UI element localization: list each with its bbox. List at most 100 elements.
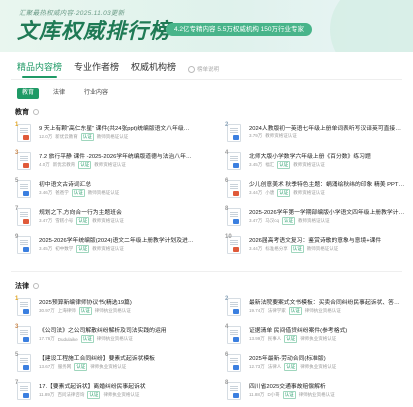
document-title[interactable]: 《公司法》之公司解散纠纷解析及司法实践的运用	[39, 325, 207, 334]
verified-badge: 认证	[282, 391, 296, 399]
verified-badge: 认证	[87, 391, 101, 399]
list-item[interactable]: 7 17.【要素式起诉状】离婚纠纷民事起诉状 11.89万 百问法律咨询 认证 律师执业资…	[12, 380, 207, 406]
author-name[interactable]: 民事人	[268, 336, 282, 342]
document-title[interactable]: 规划之下,方向合一行为主题班会	[39, 207, 207, 216]
document-title[interactable]: 【建设工程施工合同纠纷】要素式起诉状模板	[39, 353, 207, 362]
section-law-label: 法律	[15, 283, 29, 290]
list-item[interactable]: 6 少儿创意美术 秋季特色主题：蜗涌绘秋纬的印象 精美 PPT课… 3.44万 小唐认…	[222, 178, 405, 204]
verified-badge: 认证	[282, 217, 296, 225]
document-title[interactable]: 四川省2025交通事故赔偿解析	[249, 381, 405, 390]
page-title: 文库权威排行榜	[17, 20, 171, 43]
list-item[interactable]: 5 【建设工程施工合同纠纷】要素式起诉状模板 13.67万 服务网 认证 律师执业资格认证	[12, 352, 207, 378]
tab-professional-authors[interactable]: 专业作者榜	[74, 60, 119, 78]
list-item[interactable]: 8 2025-2026学年第一学期部编版小学语文四年级上册教学计… 3.47万 马汉c…	[222, 206, 405, 232]
author-name[interactable]: 爸爸学	[55, 190, 69, 196]
document-title[interactable]: 2025-2026学年第一学期部编版小学语文四年级上册教学计…	[249, 207, 405, 216]
list-item[interactable]: 3 《公司法》之公司解散纠纷解析及司法实践的运用 17.76万 Dudulaike 认证…	[12, 324, 207, 350]
verified-badge: 认证	[277, 189, 291, 197]
author-name[interactable]: 标准格分享	[265, 246, 288, 252]
author-name[interactable]: D小哥	[267, 392, 279, 398]
document-meta: 12.73万 法律人 认证 律师执业资格认证	[249, 363, 405, 371]
list-item[interactable]: 9 2025-2026学年统编版(2024)语文二年级上册教学计划及进… 3.45万…	[12, 234, 207, 260]
author-name[interactable]: Dudulaike	[58, 337, 78, 342]
list-item[interactable]: 3 7.2 旅行平静 课件 -2025-2026学年统编版道德与法治八年… 4.0万…	[12, 150, 207, 176]
tab-authority-institutions[interactable]: 权威机构榜	[131, 60, 176, 78]
certification-label: 教师资格证认证	[94, 162, 126, 167]
list-item[interactable]: 6 2025年最新-劳动合同(标准版) 12.73万 法律人 认证 律师执业资格认证	[222, 352, 405, 378]
author-name[interactable]: 服务网	[58, 364, 72, 370]
rank-number: 3	[15, 150, 19, 156]
author-name[interactable]: 百问法律咨询	[57, 392, 84, 398]
document-meta: 13.99万 民事人 认证 律师执业资格认证	[249, 335, 405, 343]
read-count: 3.44万	[249, 190, 263, 195]
list-item[interactable]: 2 最新法院要案式文书模板：买卖合同纠纷民事起诉状、答辩… 19.74万 法律学家 认证…	[222, 296, 405, 322]
verified-badge: 认证	[288, 307, 302, 315]
list-item[interactable]: 7 规划之下,方向合一行为主题班会 3.47万 雪糕小号 认证 教师资格证认证	[12, 206, 207, 232]
document-title[interactable]: 证据清单 民间借贷纠纷案件(参考格式)	[249, 325, 405, 334]
chip-education[interactable]: 教育	[17, 88, 40, 99]
author-name[interactable]: 上海律师	[58, 308, 76, 314]
author-name[interactable]: 小唐	[265, 190, 274, 196]
list-item[interactable]: 10 2026届高考语文复习：鉴赏诗歌的意象与意境+课件 3.44万 标准格分享 认证教…	[222, 234, 405, 260]
rank-number: 4	[225, 150, 229, 156]
read-count: 12.73万	[249, 364, 265, 369]
rank-number: 5	[15, 178, 19, 184]
list-item[interactable]: 4 北师大版小学数学六年级上册《百分数》练习题 3.45万 福汇 认证 教师资格证认证	[222, 150, 405, 176]
read-count: 3.79万	[249, 133, 263, 138]
document-title[interactable]: 2025-2026学年统编版(2024)语文二年级上册教学计划及进…	[39, 235, 207, 244]
author-name[interactable]: 教师资格证认证	[265, 133, 297, 139]
chip-law[interactable]: 法律	[48, 88, 70, 99]
document-meta: 19.74万 法律学家 认证 律师执业资格认证	[249, 307, 405, 315]
author-name[interactable]: 福汇	[265, 162, 274, 168]
author-name[interactable]: 马汉cq	[265, 218, 279, 224]
list-item[interactable]: 5 初中语文古诗词汇总 3.46万 爸爸学 认证 教师资格证认证	[12, 178, 207, 204]
document-title[interactable]: 9 天上有颗“高仁东星” 课件(共24张ppt)统编版语文八年级…	[39, 123, 207, 132]
author-name[interactable]: 法律学家	[268, 308, 286, 314]
info-icon[interactable]	[33, 283, 39, 289]
document-meta: 11.88万 D小哥 认证 律师执业资格认证	[249, 391, 405, 399]
author-name[interactable]: 新优云教育	[55, 134, 78, 140]
document-title[interactable]: 2025预算新编律师协议书(精选19篇)	[39, 297, 207, 306]
author-name[interactable]: 初中数学	[55, 246, 73, 252]
document-title[interactable]: 2024人教版初一英语七年级上册单词表听写汉译英可直接下…	[249, 123, 405, 132]
rank-number: 1	[15, 122, 19, 128]
certification-label: 律师执业资格认证	[300, 336, 337, 341]
list-item[interactable]: 1 9 天上有颗“高仁东星” 课件(共24张ppt)统编版语文八年级… 12.0万新…	[12, 122, 207, 148]
ranking-help-link[interactable]: 榜单说明	[188, 62, 219, 76]
document-title[interactable]: 17.【要素式起诉状】离婚纠纷民事起诉状	[39, 381, 207, 390]
list-item[interactable]: 8 四川省2025交通事故赔偿解析 11.88万 D小哥 认证 律师执业资格认证	[222, 380, 405, 406]
tab-quality-content[interactable]: 精品内容榜	[17, 60, 62, 78]
rank-number: 3	[15, 324, 19, 330]
document-title[interactable]: 2026届高考语文复习：鉴赏诗歌的意象与意境+课件	[249, 235, 405, 244]
read-count: 19.74万	[249, 308, 265, 313]
list-item[interactable]: 2 2024人教版初一英语七年级上册单词表听写汉译英可直接下… 3.79万 教师资格证…	[222, 122, 405, 148]
document-meta: 4.0万 新优云教育 认证 教师资格证认证	[39, 161, 207, 169]
list-item[interactable]: 1 2025预算新编律师协议书(精选19篇) 30.97万 上海律师 认证 律师执业资格认…	[12, 296, 207, 322]
list-item[interactable]: 4 证据清单 民间借贷纠纷案件(参考格式) 13.99万 民事人 认证 律师执业资格认证	[222, 324, 405, 350]
document-meta: 17.76万 Dudulaike 认证 律师执业资格认证	[39, 335, 207, 343]
document-title[interactable]: 少儿创意美术 秋季特色主题：蜗涌绘秋纬的印象 精美 PPT课…	[249, 179, 405, 188]
read-count: 17.76万	[39, 336, 55, 341]
rank-number: 2	[225, 122, 229, 128]
info-icon[interactable]	[33, 109, 39, 115]
document-meta: 12.0万 新优云教育 认证 教师资格证认证	[39, 133, 207, 141]
verified-badge: 认证	[78, 307, 92, 315]
section-title-education: 教育	[15, 107, 39, 117]
author-name[interactable]: 法律人	[268, 364, 282, 370]
document-meta: 3.45万 初中数学 认证 教师资格证认证	[39, 245, 207, 253]
document-title[interactable]: 北师大版小学数学六年级上册《百分数》练习题	[249, 151, 405, 160]
author-name[interactable]: 雪糕小号	[55, 218, 73, 224]
rank-number: 9	[15, 234, 19, 240]
document-title[interactable]: 7.2 旅行平静 课件 -2025-2026学年统编版道德与法治八年…	[39, 151, 207, 160]
certification-label: 教师资格证认证	[293, 162, 325, 167]
document-title[interactable]: 最新法院要案式文书模板：买卖合同纠纷民事起诉状、答辩…	[249, 297, 405, 306]
document-meta: 13.67万 服务网 认证 律师执业资格认证	[39, 363, 207, 371]
help-label: 榜单说明	[197, 67, 220, 73]
document-meta: 3.45万 福汇 认证 教师资格证认证	[249, 161, 405, 169]
chip-industry[interactable]: 行业内容	[79, 88, 113, 99]
document-title[interactable]: 2025年最新-劳动合同(标准版)	[249, 353, 405, 362]
document-title[interactable]: 初中语文古诗词汇总	[39, 179, 207, 188]
author-name[interactable]: 新优云教育	[53, 162, 76, 168]
verified-badge: 认证	[284, 335, 298, 343]
document-meta: 3.44万 标准格分享 认证 教师资格证认证	[249, 245, 405, 253]
